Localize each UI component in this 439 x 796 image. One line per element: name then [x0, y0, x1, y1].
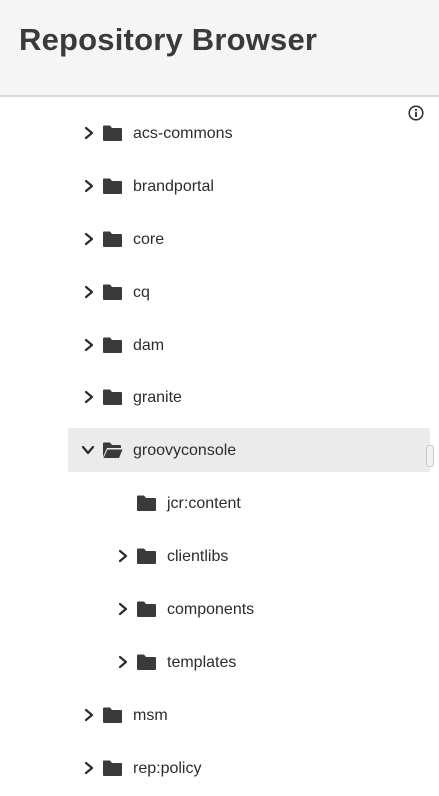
tree-item-dam[interactable]: dam	[68, 323, 430, 367]
chevron-right-icon[interactable]	[116, 549, 130, 563]
tree-item-label: jcr:content	[167, 495, 241, 512]
folder-icon	[103, 231, 122, 247]
chevron-right-icon[interactable]	[82, 126, 96, 140]
folder-icon	[137, 495, 156, 511]
chevron-right-icon[interactable]	[82, 390, 96, 404]
chevron-right-icon[interactable]	[116, 602, 130, 616]
tree-item-cq[interactable]: cq	[68, 270, 430, 314]
folder-open-icon	[103, 442, 123, 458]
tree-item-label: cq	[133, 284, 150, 301]
folder-icon	[103, 707, 122, 723]
tree-item-label: granite	[133, 389, 182, 406]
tree-item-label: rep:policy	[133, 760, 202, 777]
tree-item-label: templates	[167, 654, 237, 671]
chevron-right-icon[interactable]	[82, 338, 96, 352]
folder-icon	[103, 389, 122, 405]
folder-icon	[103, 337, 122, 353]
tree-item-label: core	[133, 231, 165, 248]
tree-item-acs-commons[interactable]: acs-commons	[68, 111, 430, 155]
tree-item-brandportal[interactable]: brandportal	[68, 164, 430, 208]
tree-item-label: msm	[133, 707, 168, 724]
tree-item-clientlibs[interactable]: clientlibs	[102, 534, 430, 578]
chevron-down-icon[interactable]	[81, 443, 95, 457]
chevron-right-icon[interactable]	[82, 285, 96, 299]
tree-item-groovyconsole[interactable]: groovyconsole	[68, 428, 430, 472]
tree-item-rep-policy[interactable]: rep:policy	[68, 746, 430, 790]
page-title: Repository Browser	[19, 22, 318, 57]
tree-item-templates[interactable]: templates	[102, 640, 430, 684]
chevron-right-icon[interactable]	[82, 232, 96, 246]
tree-item-jcr-content[interactable]: jcr:content	[102, 481, 430, 525]
folder-icon	[137, 548, 156, 564]
tree-item-core[interactable]: core	[68, 217, 430, 261]
folder-icon	[103, 125, 122, 141]
chevron-right-icon[interactable]	[82, 179, 96, 193]
tree-item-label: clientlibs	[167, 548, 229, 565]
folder-icon	[137, 601, 156, 617]
tree-item-label: brandportal	[133, 178, 214, 195]
tree-item-label: dam	[133, 337, 165, 354]
folder-icon	[103, 760, 122, 776]
tree-item-label: components	[167, 601, 255, 618]
chevron-right-icon[interactable]	[116, 655, 130, 669]
tree-item-granite[interactable]: granite	[68, 375, 430, 419]
tree-item-msm[interactable]: msm	[68, 693, 430, 737]
folder-icon	[103, 284, 122, 300]
panel-resize-handle[interactable]	[426, 445, 434, 467]
tree-item-components[interactable]: components	[102, 587, 430, 631]
tree-item-label: acs-commons	[133, 125, 233, 142]
folder-icon	[137, 654, 156, 670]
header: Repository Browser	[0, 0, 439, 97]
folder-icon	[103, 178, 122, 194]
chevron-right-icon[interactable]	[82, 761, 96, 775]
repository-tree: acs-commons brandportal core cq dam gran…	[0, 97, 439, 796]
tree-item-label: groovyconsole	[133, 442, 237, 459]
chevron-right-icon[interactable]	[82, 708, 96, 722]
